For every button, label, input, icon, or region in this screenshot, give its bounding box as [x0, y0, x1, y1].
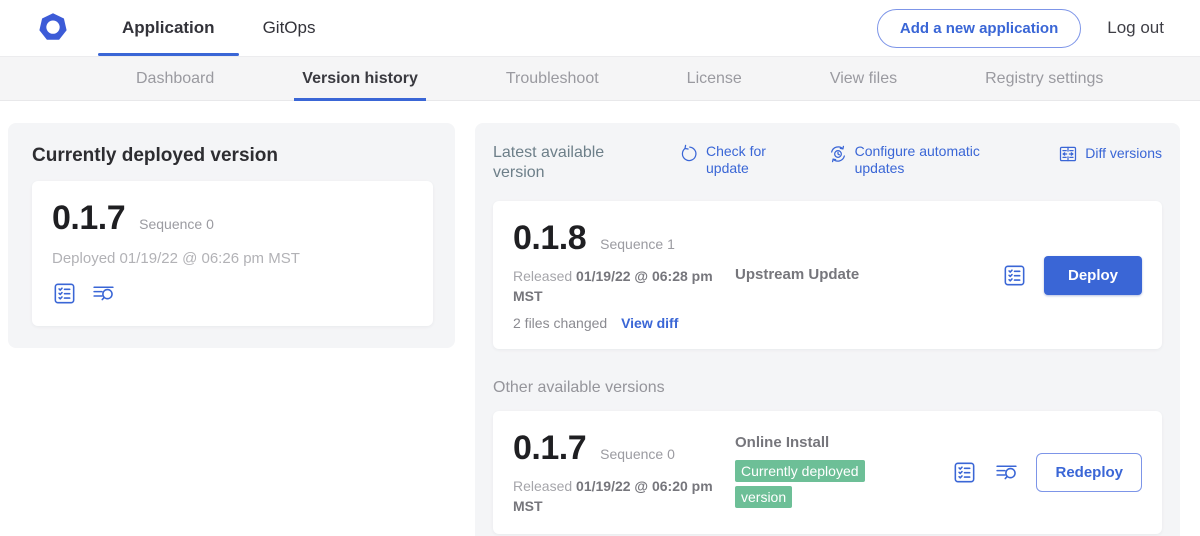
- deployed-timestamp: Deployed 01/19/22 @ 06:26 pm MST: [52, 250, 413, 267]
- deployed-version-card: 0.1.7 Sequence 0 Deployed 01/19/22 @ 06:…: [32, 181, 433, 326]
- subnav-item-view-files[interactable]: View files: [822, 57, 905, 100]
- available-panel-title: Latest available version: [493, 143, 643, 183]
- tab-gitops[interactable]: GitOps: [239, 0, 340, 56]
- subnav-item-version-history[interactable]: Version history: [294, 57, 426, 100]
- redeploy-button[interactable]: Redeploy: [1036, 453, 1142, 492]
- check-for-update-button[interactable]: Check for update: [679, 143, 774, 177]
- tab-application-label: Application: [122, 18, 215, 38]
- latest-sequence-label: Sequence 1: [600, 236, 675, 252]
- view-diff-link[interactable]: View diff: [621, 315, 678, 331]
- view-logs-icon[interactable]: [91, 281, 116, 306]
- files-changed-label: 2 files changed: [513, 315, 607, 331]
- refresh-icon: [679, 144, 699, 164]
- preflight-checks-icon[interactable]: [1002, 263, 1027, 288]
- latest-released-timestamp: Released 01/19/22 @ 06:28 pm MST: [513, 267, 713, 306]
- latest-version-number: 0.1.8: [513, 219, 586, 258]
- other-version-card: 0.1.7 Sequence 0 Released 01/19/22 @ 06:…: [493, 411, 1162, 534]
- view-logs-icon[interactable]: [994, 460, 1019, 485]
- app-logo[interactable]: [36, 0, 70, 56]
- deployed-version-number: 0.1.7: [52, 199, 125, 238]
- other-released-timestamp: Released 01/19/22 @ 06:20 pm MST: [513, 477, 713, 516]
- diff-versions-button[interactable]: Diff versions: [1058, 143, 1162, 164]
- preflight-checks-icon[interactable]: [52, 281, 77, 306]
- add-application-button[interactable]: Add a new application: [877, 9, 1081, 48]
- replicated-logo-icon: [36, 11, 70, 45]
- clock-cycle-icon: [828, 144, 848, 164]
- latest-version-card: 0.1.8 Sequence 1 Released 01/19/22 @ 06:…: [493, 201, 1162, 349]
- currently-deployed-panel: Currently deployed version 0.1.7 Sequenc…: [8, 123, 455, 348]
- deployed-panel-title: Currently deployed version: [32, 145, 433, 167]
- other-source-label: Online Install: [735, 434, 952, 451]
- other-sequence-label: Sequence 0: [600, 446, 675, 462]
- currently-deployed-badge: Currently deployed version: [735, 460, 865, 508]
- subnav-item-registry-settings[interactable]: Registry settings: [977, 57, 1111, 100]
- subnav-item-license[interactable]: License: [679, 57, 750, 100]
- app-subnav: Dashboard Version history Troubleshoot L…: [0, 56, 1200, 101]
- other-versions-title: Other available versions: [493, 379, 1162, 397]
- logout-link[interactable]: Log out: [1107, 18, 1164, 38]
- available-versions-panel: Latest available version Check for updat…: [475, 123, 1180, 536]
- subnav-item-troubleshoot[interactable]: Troubleshoot: [498, 57, 607, 100]
- subnav-item-dashboard[interactable]: Dashboard: [128, 57, 222, 100]
- deployed-sequence-label: Sequence 0: [139, 216, 214, 232]
- top-tabs: Application GitOps: [98, 0, 339, 56]
- deploy-button[interactable]: Deploy: [1044, 256, 1142, 295]
- tab-gitops-label: GitOps: [263, 18, 316, 38]
- tab-application[interactable]: Application: [98, 0, 239, 56]
- configure-automatic-updates-button[interactable]: Configure automatic updates: [828, 143, 1005, 177]
- latest-source-label: Upstream Update: [735, 266, 859, 283]
- other-version-number: 0.1.7: [513, 429, 586, 468]
- top-nav: Application GitOps Add a new application…: [0, 0, 1200, 56]
- diff-columns-icon: [1058, 144, 1078, 164]
- preflight-checks-icon[interactable]: [952, 460, 977, 485]
